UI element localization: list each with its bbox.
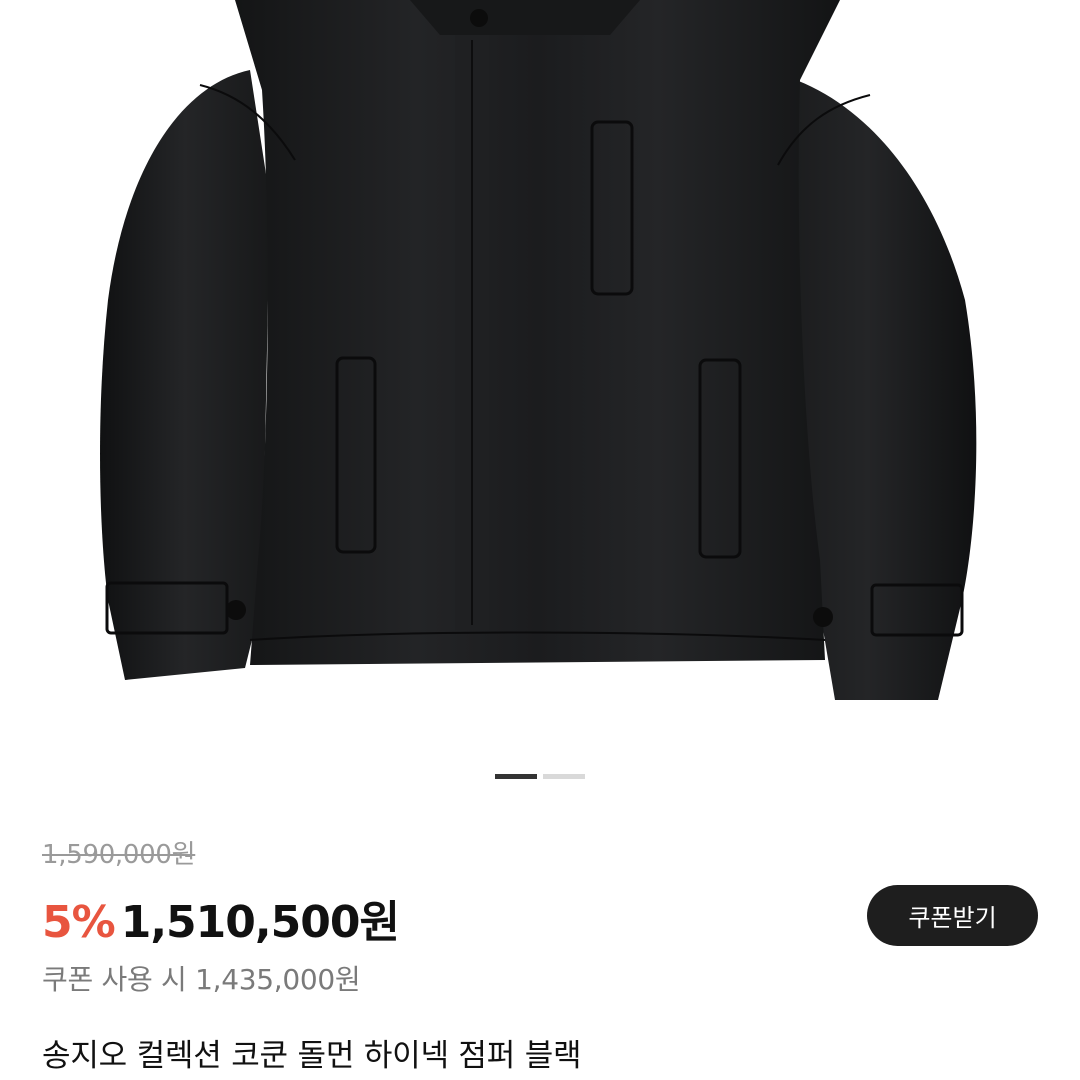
jacket-illustration xyxy=(100,0,977,700)
pager-dot-2[interactable] xyxy=(543,774,585,779)
image-pager[interactable] xyxy=(0,774,1080,779)
coupon-price: 쿠폰 사용 시 1,435,000원 xyxy=(42,963,361,996)
coupon-button[interactable]: 쿠폰받기 xyxy=(867,885,1038,946)
discount-rate: 5% xyxy=(42,897,116,948)
product-image[interactable] xyxy=(0,0,1080,760)
original-price: 1,590,000원 xyxy=(42,840,196,870)
sale-price: 1,510,500원 xyxy=(120,897,400,948)
pager-dot-1[interactable] xyxy=(495,774,537,779)
sale-row: 5% 1,510,500원 xyxy=(42,886,400,950)
product-title: 송지오 컬렉션 코쿤 돌먼 하이넥 점퍼 블랙 xyxy=(42,1038,582,1074)
price-block: 1,590,000원 5% 1,510,500원 xyxy=(42,834,1038,948)
